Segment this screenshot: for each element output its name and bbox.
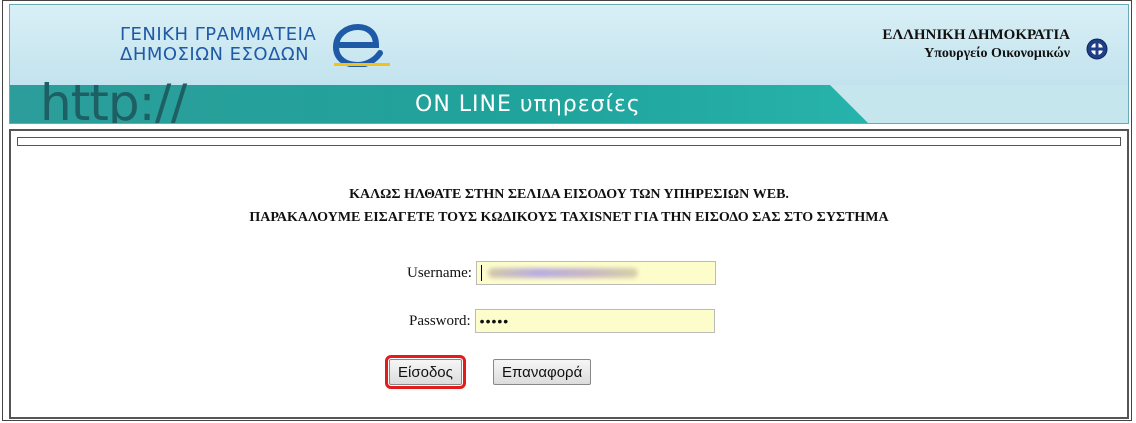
password-row: Password: •••••: [409, 309, 715, 333]
password-field[interactable]: •••••: [474, 309, 715, 333]
http-graphic-text: http://: [40, 74, 187, 124]
text-caret: [480, 265, 482, 281]
org-name: ΓΕΝΙΚΗ ΓΡΑΜΜΑΤΕΙΑ ΔΗΜΟΣΙΩΝ ΕΣΟΔΩΝ: [120, 25, 316, 65]
government-title: ΕΛΛΗΝΙΚΗ ΔΗΜΟΚΡΑΤΙΑ Υπουργείο Οικονομικώ…: [882, 25, 1070, 63]
org-name-line2: ΔΗΜΟΣΙΩΝ ΕΣΟΔΩΝ: [120, 44, 310, 65]
page-frame: ΓΕΝΙΚΗ ΓΡΑΜΜΑΤΕΙΑ ΔΗΜΟΣΙΩΝ ΕΣΟΔΩΝ ΕΛΛΗΝΙ…: [2, 0, 1132, 421]
username-row: Username:: [407, 261, 716, 285]
password-value: •••••: [479, 313, 510, 329]
ministry-name: Υπουργείο Οικονομικών: [924, 46, 1070, 61]
greek-emblem-icon: [1086, 38, 1108, 60]
login-button[interactable]: Είσοδος: [385, 355, 466, 389]
welcome-line1: ΚΑΛΩΣ ΗΛΘΑΤΕ ΣΤΗΝ ΣΕΛΙΔΑ ΕΙΣΟΔΟΥ ΤΩΝ ΥΠΗ…: [349, 187, 789, 202]
org-name-line1: ΓΕΝΙΚΗ ΓΡΑΜΜΑΤΕΙΑ: [120, 24, 317, 45]
welcome-line2: ΠΑΡΑΚΑΛΟΥΜΕ ΕΙΣΑΓΕΤΕ ΤΟΥΣ ΚΩΔΙΚΟΥΣ TAXIS…: [249, 210, 889, 225]
password-label: Password:: [409, 312, 471, 329]
republic-name: ΕΛΛΗΝΙΚΗ ΔΗΜΟΚΡΑΤΙΑ: [882, 27, 1070, 43]
username-label: Username:: [407, 264, 472, 281]
site-header: ΓΕΝΙΚΗ ΓΡΑΜΜΑΤΕΙΑ ΔΗΜΟΣΙΩΝ ΕΣΟΔΩΝ ΕΛΛΗΝΙ…: [9, 4, 1129, 124]
e-logo-icon: [332, 23, 390, 67]
welcome-message: ΚΑΛΩΣ ΗΛΘΑΤΕ ΣΤΗΝ ΣΕΛΙΔΑ ΕΙΣΟΔΟΥ ΤΩΝ ΥΠΗ…: [11, 183, 1127, 229]
redacted-username: [487, 268, 638, 278]
reset-button[interactable]: Επαναφορά: [493, 359, 592, 385]
online-services-title: ON LINE υπηρεσίες: [415, 92, 641, 117]
panel-divider: [17, 137, 1121, 146]
username-field[interactable]: [475, 261, 716, 285]
login-panel: ΚΑΛΩΣ ΗΛΘΑΤΕ ΣΤΗΝ ΣΕΛΙΔΑ ΕΙΣΟΔΟΥ ΤΩΝ ΥΠΗ…: [9, 129, 1129, 419]
